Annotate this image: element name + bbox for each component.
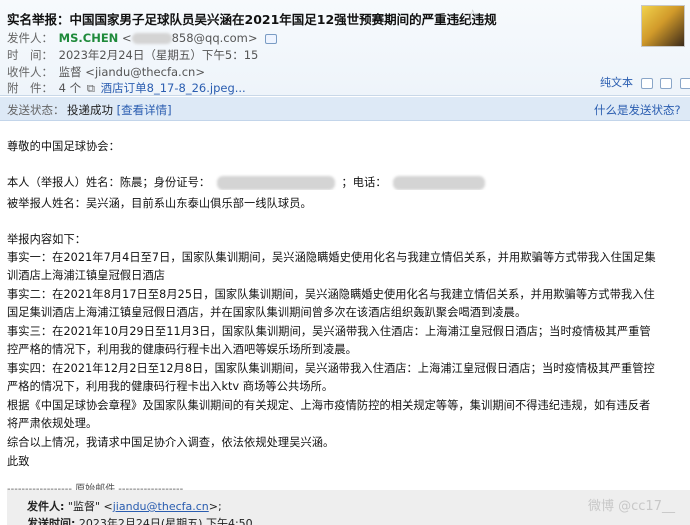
original-from-suffix: >; [208,500,222,513]
status-help-link[interactable]: 什么是发送状态? [594,102,681,118]
from-email-open: < [121,31,132,45]
from-name[interactable]: MS.CHEN [59,31,119,45]
report-line: 将严肃依规处理。 [7,417,98,430]
paperclip-icon: ⧉ [86,81,96,95]
report-line: 事实三：在2021年10月29日至11月3日，国家队集训期间，吴兴涵带我入住酒店… [7,325,651,338]
report-line: 根据《中国足球协会章程》及国家队集训期间的有关规定、上海市疫情防控的相关规定等等… [7,399,651,412]
attach-count: 4 个 [58,81,82,95]
status-label: 发送状态： [7,103,65,117]
report-line: 综合以上情况，我请求中国足协介入调查，依法依规处理吴兴涵。 [7,436,335,449]
original-from-prefix: "监督" < [67,500,113,513]
mail-toolbar: 纯文本 [600,74,690,90]
redacted-phone [393,176,486,190]
attach-label: 附 件： [7,81,53,95]
attachment-link[interactable]: 酒店订单8_17-8_26.jpeg... [101,81,246,95]
original-from-row: 发件人: "监督" <jiandu@thecfa.cn>; [27,498,222,514]
closing-line: 此致 [7,455,30,468]
redacted-id [216,176,335,190]
original-time-label: 发送时间: [27,517,76,525]
original-time-value: 2023年2月24日(星期五) 下午4:50 [78,517,253,525]
print-icon[interactable] [640,77,653,89]
reporter-line: 本人（举报人）姓名：陈晨；身份证号： ；电话： [7,174,683,190]
report-line: 国足集训酒店上海浦江镇皇冠假日酒店，并在国家队集训期间曾多次在该酒店组织轰趴聚会… [7,306,527,319]
status-text: 投递成功 [67,103,113,117]
mail-subject: 实名举报：中国国家男子足球队员吴兴涵在2021年国足12强世预赛期间的严重违纪违… [7,12,497,27]
report-line: 控严格的情况下，利用我的健康码行程卡出入酒吧等娱乐场所到凌晨。 [7,343,357,356]
plain-text-link[interactable]: 纯文本 [600,76,633,89]
new-window-icon[interactable] [660,77,672,89]
to-value[interactable]: 监督 <jiandu@thecfa.cn> [59,65,205,79]
from-row: 发件人： MS.CHEN <858@qq.com> [7,30,278,46]
greeting: 尊敬的中国足球协会： [7,140,120,153]
report-line: 训酒店上海浦江镇皇冠假日酒店 [7,269,166,282]
to-row: 收件人： 监督 <jiandu@thecfa.cn> [7,64,205,80]
original-time-row: 发送时间: 2023年2月24日(星期五) 下午4:50 [27,515,253,525]
from-email[interactable]: 858@qq.com> [172,31,258,45]
report-line: 严格的情况下，利用我的健康码行程卡出入ktv 商场等公共场所。 [7,380,334,393]
mail-header: 实名举报：中国国家男子足球队员吴兴涵在2021年国足12强世预赛期间的严重违纪违… [0,0,690,96]
time-row: 时 间： 2023年2月24日（星期五）下午5：15 [7,47,258,63]
status-detail-link[interactable]: [查看详情] [117,103,172,117]
reporter-phone: ；电话： [341,176,387,189]
delivery-status-bar: 发送状态： 投递成功 [查看详情] 什么是发送状态? [0,97,690,121]
status-value: 投递成功 [查看详情] [67,102,172,118]
content-title: 举报内容如下： [7,233,87,246]
report-line: 事实一：在2021年7月4日至7日，国家队集训期间，吴兴涵隐瞒婚史使用化名与我建… [7,251,656,264]
redacted-email [131,33,172,44]
report-line: 事实二：在2021年8月17日至8月25日，国家队集训期间，吴兴涵隐瞒婚史使用化… [7,288,655,301]
report-line: 事实四：在2021年12月2日至12月8日，国家队集训期间，吴兴涵带我入住酒店：… [7,362,655,375]
weibo-watermark: 微博 @cc17__ [588,499,675,514]
original-from-label: 发件人: [27,500,65,513]
reporter-prefix: 本人（举报人）姓名：陈晨；身份证号： [7,176,211,189]
contact-card-icon[interactable] [265,33,278,44]
time-label: 时 间： [7,48,53,62]
time-value: 2023年2月24日（星期五）下午5：15 [58,48,259,62]
accused-line: 被举报人姓名：吴兴涵，目前系山东泰山俱乐部一线队球员。 [7,197,312,210]
previous-icon[interactable] [679,77,690,89]
attachment-row: 附 件： 4 个 ⧉ 酒店订单8_17-8_26.jpeg... [7,80,246,96]
to-label: 收件人： [7,65,53,79]
avatar[interactable] [641,5,685,47]
star-icon[interactable]: ☆ [466,6,479,24]
original-from-link[interactable]: jiandu@thecfa.cn [113,500,209,513]
from-label: 发件人： [7,31,53,45]
